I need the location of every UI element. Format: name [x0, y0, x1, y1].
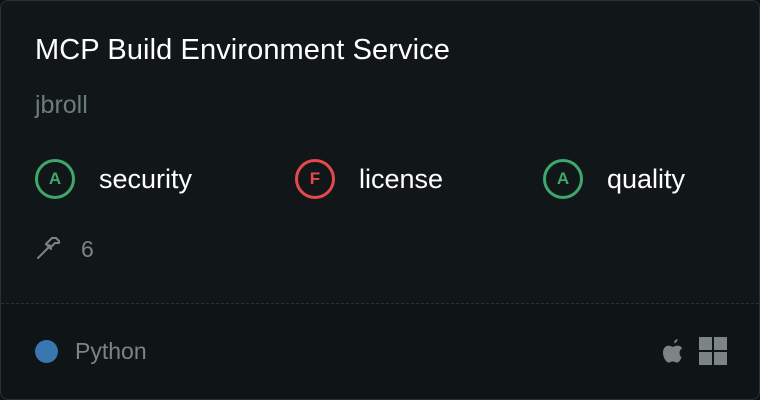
card-title[interactable]: MCP Build Environment Service — [35, 34, 450, 67]
grade-badge: A — [35, 159, 75, 199]
grade-label: security — [99, 163, 193, 194]
grade-license[interactable]: F license — [295, 156, 443, 202]
language-name: Python — [75, 338, 147, 364]
card-footer: Python — [1, 304, 759, 399]
grade-quality[interactable]: A quality — [543, 156, 685, 202]
grade-security[interactable]: A security — [35, 156, 192, 202]
tools-count: 6 — [35, 233, 94, 265]
grade-label: quality — [607, 163, 686, 194]
grade-badge: A — [543, 159, 583, 199]
card-author[interactable]: jbroll — [35, 91, 88, 120]
grade-label: license — [359, 163, 444, 194]
language-color-dot — [35, 340, 58, 363]
language: Python — [35, 338, 147, 365]
apple-icon — [661, 337, 685, 365]
windows-icon — [699, 337, 727, 365]
grade-badge: F — [295, 159, 335, 199]
hammer-icon — [35, 233, 63, 266]
platforms — [661, 337, 727, 365]
tools-count-value: 6 — [81, 235, 94, 262]
server-card[interactable]: MCP Build Environment Service jbroll A s… — [0, 0, 760, 400]
card-body: MCP Build Environment Service jbroll A s… — [1, 1, 759, 304]
